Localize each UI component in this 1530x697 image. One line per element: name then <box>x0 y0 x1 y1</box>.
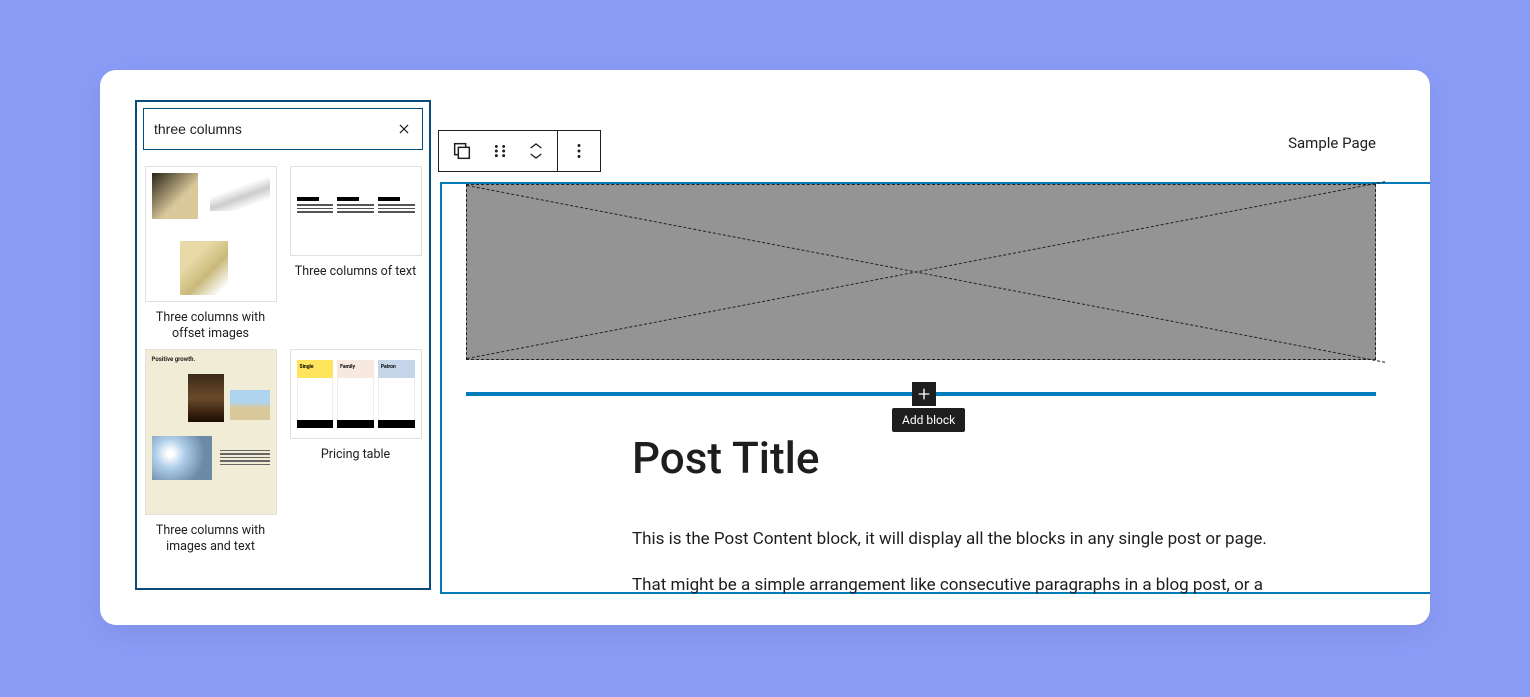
plus-icon <box>916 386 932 402</box>
search-field-wrap[interactable] <box>143 108 423 150</box>
pattern-label: Three columns with offset images <box>143 310 278 343</box>
chevron-down-icon[interactable] <box>528 151 544 161</box>
selected-block[interactable]: Add block Post Title This is the Post Co… <box>440 182 1430 594</box>
editor-canvas: Three columns with offset images Three c… <box>100 70 1430 625</box>
drag-handle-icon[interactable] <box>485 131 515 171</box>
pattern-label: Three columns with images and text <box>143 523 278 556</box>
more-options-icon[interactable] <box>558 131 600 171</box>
chevron-up-icon[interactable] <box>528 141 544 151</box>
pattern-thumbnail <box>290 166 422 256</box>
pattern-thumbnail: Single Family Patron <box>290 349 422 439</box>
add-block-tooltip: Add block <box>892 408 965 432</box>
pattern-results: Three columns with offset images Three c… <box>137 156 429 561</box>
pattern-item-pricing-table[interactable]: Single Family Patron Pricing table <box>288 349 423 556</box>
image-placeholder[interactable] <box>466 184 1376 360</box>
pattern-item-offset-images[interactable]: Three columns with offset images <box>143 166 278 343</box>
block-movers[interactable] <box>515 131 557 171</box>
block-inserter-panel: Three columns with offset images Three c… <box>135 100 431 590</box>
post-content-paragraph[interactable]: That might be a simple arrangement like … <box>632 575 1263 595</box>
post-content-paragraph[interactable]: This is the Post Content block, it will … <box>632 529 1267 549</box>
nav-link-sample-page[interactable]: Sample Page <box>1288 134 1376 152</box>
pattern-item-images-and-text[interactable]: Positive growth. Three columns with imag… <box>143 349 278 556</box>
block-toolbar <box>438 130 601 172</box>
search-input[interactable] <box>154 121 396 137</box>
add-block-button[interactable] <box>912 382 936 406</box>
block-type-icon[interactable] <box>439 131 485 171</box>
pattern-thumbnail: Positive growth. <box>145 349 277 515</box>
post-title[interactable]: Post Title <box>632 432 819 484</box>
pattern-item-three-columns-text[interactable]: Three columns of text <box>288 166 423 343</box>
pattern-label: Pricing table <box>319 447 392 463</box>
pattern-label: Three columns of text <box>293 264 418 280</box>
close-icon[interactable] <box>396 121 412 137</box>
pattern-thumbnail <box>145 166 277 302</box>
